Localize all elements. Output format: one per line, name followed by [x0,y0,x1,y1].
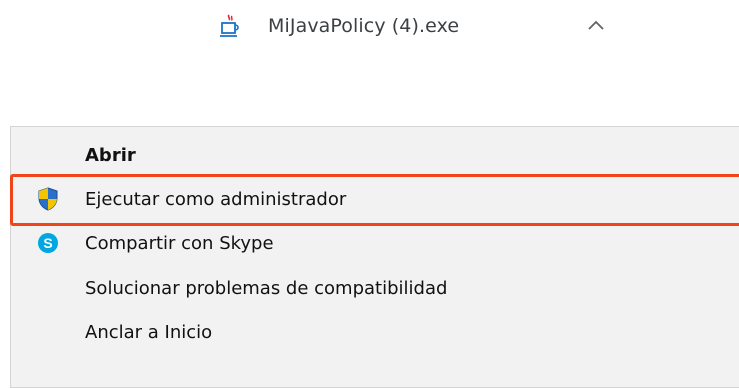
context-menu: Abrir Ejecutar como administrador S Comp… [10,126,739,388]
download-item[interactable]: MiJavaPolicy (4).exe [218,8,459,44]
highlight-annotation [10,174,739,226]
skype-icon: S [38,233,58,253]
download-file-name: MiJavaPolicy (4).exe [268,15,460,37]
menu-item-troubleshoot-compatibility[interactable]: Solucionar problemas de compatibilidad [11,270,739,306]
java-cup-icon [220,14,239,37]
chevron-up-icon[interactable] [586,18,606,32]
svg-text:S: S [43,235,52,251]
menu-item-label: Anclar a Inicio [85,321,213,343]
menu-item-label: Compartir con Skype [85,232,274,254]
menu-item-label: Solucionar problemas de compatibilidad [85,277,448,299]
menu-item-pin-to-start[interactable]: Anclar a Inicio [11,314,739,350]
menu-item-label: Abrir [85,144,136,166]
menu-item-open[interactable]: Abrir [11,137,739,173]
menu-item-share-skype[interactable]: S Compartir con Skype [11,225,739,261]
